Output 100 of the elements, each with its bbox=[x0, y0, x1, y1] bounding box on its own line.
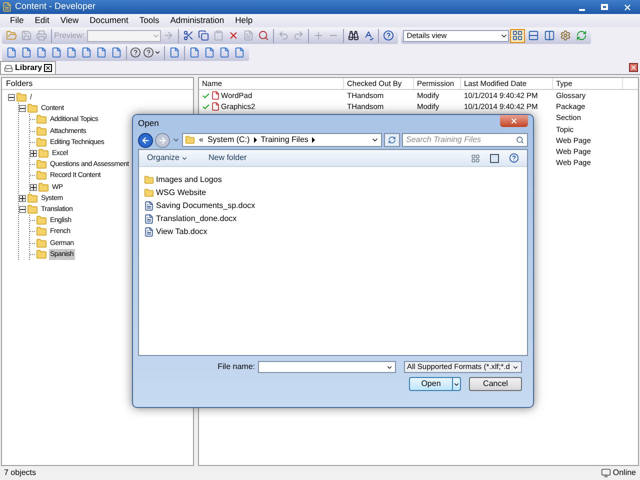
collapse-toggle[interactable] bbox=[19, 105, 26, 112]
back-button[interactable] bbox=[138, 132, 153, 148]
folder-icon bbox=[27, 204, 38, 215]
help-icon[interactable] bbox=[509, 153, 519, 163]
forward-arrow-icon bbox=[158, 136, 167, 144]
folder-icon bbox=[36, 170, 47, 182]
menu-item[interactable]: Help bbox=[235, 14, 253, 27]
browser-entry[interactable]: Images and Logos bbox=[144, 173, 222, 186]
menu-item[interactable]: File bbox=[10, 14, 24, 27]
collapse-toggle[interactable] bbox=[19, 206, 26, 213]
toolbar-button[interactable] bbox=[380, 28, 396, 42]
menu-item[interactable]: Edit bbox=[34, 14, 50, 27]
folder-icon bbox=[36, 215, 47, 226]
search-icon bbox=[258, 30, 269, 41]
document-icon bbox=[234, 47, 245, 58]
browser-entry[interactable]: Translation_done.docx bbox=[144, 212, 237, 225]
window-title: Content - Developer bbox=[15, 0, 96, 14]
collapse-toggle[interactable] bbox=[8, 94, 15, 102]
expand-toggle[interactable] bbox=[19, 194, 26, 202]
plus-icon bbox=[312, 30, 324, 41]
browser-entry[interactable]: View Tab.docx bbox=[144, 225, 208, 238]
document-icon bbox=[219, 47, 230, 58]
question-icon bbox=[130, 47, 141, 58]
folder-icon bbox=[185, 135, 195, 145]
file-name-field[interactable] bbox=[258, 361, 396, 373]
cancel-button[interactable]: Cancel bbox=[469, 377, 522, 391]
horizontal-split-icon bbox=[528, 30, 539, 41]
toolbar-button[interactable] bbox=[196, 28, 211, 42]
toolbar-button[interactable] bbox=[129, 46, 142, 60]
expand-toggle[interactable] bbox=[30, 184, 37, 191]
document-icon bbox=[81, 47, 92, 58]
search-field[interactable]: Search Training Files bbox=[402, 133, 528, 147]
details-view-icon bbox=[512, 30, 523, 41]
printer-icon bbox=[36, 30, 47, 41]
delete-icon bbox=[228, 30, 239, 41]
folder-icon bbox=[36, 226, 47, 238]
preview-pane-icon[interactable] bbox=[490, 154, 499, 162]
cut-icon bbox=[182, 30, 194, 41]
document-icon bbox=[66, 47, 77, 58]
expand-toggle[interactable] bbox=[30, 150, 37, 158]
caret-icon bbox=[512, 364, 519, 370]
document-icon bbox=[211, 102, 220, 112]
document-icon bbox=[211, 91, 220, 100]
folder-icon bbox=[36, 238, 47, 249]
new-folder-button[interactable]: New folder bbox=[208, 152, 247, 164]
caret-icon bbox=[154, 49, 161, 56]
breadcrumb-item[interactable]: System (C:) bbox=[207, 134, 250, 146]
panel-header: Folders bbox=[2, 78, 193, 90]
document-icon bbox=[144, 200, 154, 210]
refresh-button[interactable] bbox=[384, 133, 400, 147]
app-icon bbox=[2, 2, 12, 12]
document-icon bbox=[189, 47, 200, 58]
network-icon bbox=[600, 468, 611, 478]
organize-menu[interactable]: Organize bbox=[147, 152, 188, 164]
folder-icon bbox=[38, 182, 49, 193]
drive-icon bbox=[4, 64, 13, 72]
address-bar[interactable]: « System (C:) Training Files bbox=[182, 133, 382, 147]
separator-arrow-icon bbox=[312, 137, 316, 143]
caret-icon[interactable] bbox=[371, 136, 379, 144]
open-folder-icon bbox=[6, 30, 17, 41]
open-button[interactable]: Open bbox=[409, 377, 461, 391]
document-icon bbox=[51, 47, 62, 58]
breadcrumb-item[interactable]: Training Files bbox=[260, 134, 308, 146]
object-count: 7 objects bbox=[4, 467, 36, 479]
close-icon[interactable] bbox=[44, 64, 52, 72]
separator-arrow-icon bbox=[254, 137, 257, 143]
menu-item[interactable]: Tools bbox=[139, 14, 160, 27]
folder-icon bbox=[36, 136, 47, 148]
connection-status: Online bbox=[612, 467, 636, 479]
folder-icon bbox=[144, 188, 154, 198]
preview-label: Preview: bbox=[54, 30, 85, 42]
document-icon bbox=[36, 47, 47, 58]
browser-entry[interactable]: Saving Documents_sp.docx bbox=[144, 199, 256, 212]
file-name-label: File name: bbox=[218, 361, 255, 373]
document-icon bbox=[144, 214, 154, 224]
folder-icon bbox=[16, 92, 27, 104]
view-icon[interactable] bbox=[471, 154, 480, 162]
overflow-chevron[interactable]: « bbox=[199, 134, 204, 146]
menu-item[interactable]: View bbox=[60, 14, 79, 27]
document-icon bbox=[6, 47, 17, 58]
undo-icon bbox=[278, 30, 289, 41]
tab[interactable]: Library bbox=[0, 61, 56, 74]
refresh-icon bbox=[388, 136, 396, 144]
close-button[interactable] bbox=[500, 115, 528, 127]
document-icon bbox=[21, 47, 32, 58]
browser-entry[interactable]: WSG Website bbox=[144, 186, 206, 199]
menu-item[interactable]: Document bbox=[90, 14, 128, 27]
close-button[interactable] bbox=[629, 63, 638, 72]
close-icon bbox=[622, 2, 632, 12]
menu-item[interactable]: Administration bbox=[170, 14, 224, 27]
toolbar-button[interactable] bbox=[346, 28, 361, 42]
folder-icon bbox=[27, 103, 38, 114]
toolbar-button[interactable] bbox=[142, 46, 162, 60]
document-icon bbox=[96, 47, 107, 58]
caret-icon[interactable] bbox=[453, 380, 460, 388]
redo-icon bbox=[292, 30, 304, 41]
help-icon bbox=[382, 30, 394, 41]
folder-icon bbox=[38, 148, 49, 160]
close-icon bbox=[510, 117, 518, 125]
paste-icon bbox=[212, 30, 224, 41]
